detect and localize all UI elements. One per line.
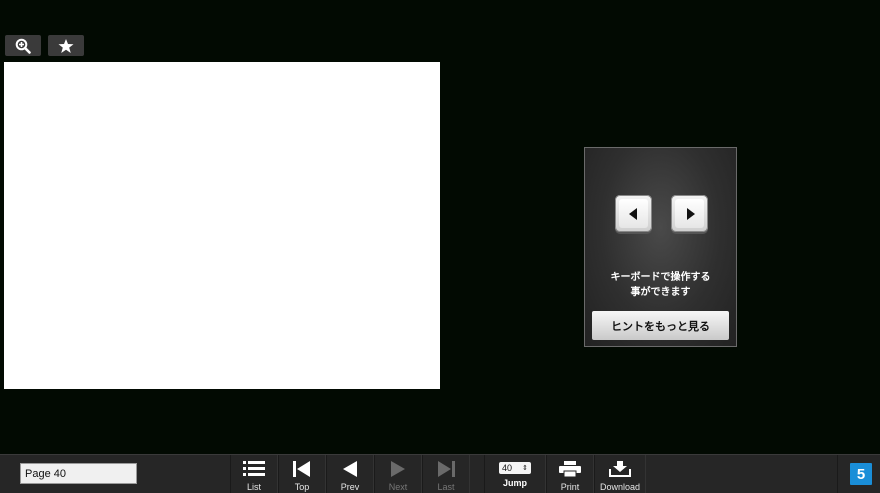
print-label: Print <box>560 482 580 492</box>
logo-area: 5 <box>837 455 880 493</box>
hint-line-2: 事ができます <box>630 287 691 298</box>
list-icon <box>243 461 265 476</box>
keyboard-hint-panel: キーボードで操作する 事ができます ヒントをもっと見る <box>584 147 737 347</box>
star-icon <box>58 38 74 53</box>
app-logo[interactable]: 5 <box>850 463 872 485</box>
top-tools <box>5 35 84 56</box>
arrow-right-key-icon <box>671 195 708 232</box>
next-button[interactable]: Next <box>374 455 422 493</box>
next-label: Next <box>388 482 408 492</box>
last-page-icon <box>438 461 455 477</box>
print-icon <box>559 461 581 477</box>
page-view[interactable] <box>4 62 440 389</box>
print-button[interactable]: Print <box>546 455 594 493</box>
list-button[interactable]: List <box>230 455 278 493</box>
favorite-button[interactable] <box>48 35 84 56</box>
top-button[interactable]: Top <box>278 455 326 493</box>
download-label: Download <box>599 482 641 492</box>
last-button[interactable]: Last <box>422 455 470 493</box>
page-number-input[interactable] <box>20 463 137 484</box>
zoom-in-icon <box>15 38 31 54</box>
jump-value: 40 <box>502 463 513 473</box>
jump-select[interactable]: 40 ⇕ <box>499 462 531 474</box>
download-button[interactable]: Download <box>594 455 646 493</box>
chevron-updown-icon: ⇕ <box>522 465 528 472</box>
last-label: Last <box>437 482 455 492</box>
navigation-group: List Top Prev Next Last 40 ⇕ Jump Print … <box>230 455 646 493</box>
first-page-icon <box>293 461 310 477</box>
next-icon <box>391 461 405 477</box>
arrow-left-key-icon <box>615 195 652 232</box>
more-hints-button[interactable]: ヒントをもっと見る <box>592 311 729 340</box>
prev-icon <box>343 461 357 477</box>
bottom-toolbar: List Top Prev Next <box>0 454 880 493</box>
zoom-button[interactable] <box>5 35 41 56</box>
jump-control[interactable]: 40 ⇕ Jump <box>484 455 546 493</box>
list-label: List <box>246 482 261 492</box>
prev-label: Prev <box>340 482 360 492</box>
jump-label: Jump <box>502 478 527 488</box>
hint-text: キーボードで操作する 事ができます <box>585 270 736 300</box>
top-label: Top <box>294 482 310 492</box>
download-icon <box>609 461 631 477</box>
prev-button[interactable]: Prev <box>326 455 374 493</box>
hint-line-1: キーボードで操作する <box>610 272 711 283</box>
